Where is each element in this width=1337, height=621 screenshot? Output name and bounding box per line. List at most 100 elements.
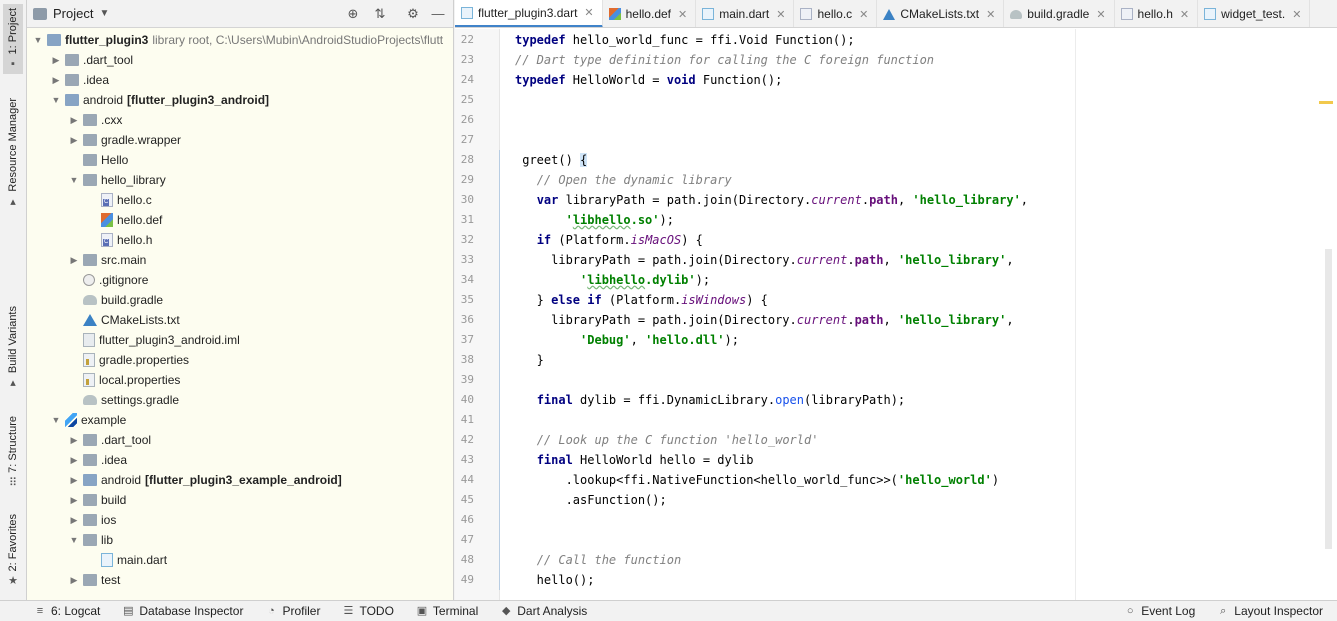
- tree-item[interactable]: hello.c: [27, 190, 447, 210]
- editor-scrollbar[interactable]: [1319, 29, 1337, 600]
- bottom-tool-button[interactable]: ▤ Database Inspector: [122, 604, 243, 618]
- tool-tab-project[interactable]: 1: Project ▪: [3, 4, 23, 75]
- editor-tab[interactable]: build.gradle ✕: [1004, 0, 1115, 27]
- code-line[interactable]: 'Debug', 'hello.dll');: [515, 330, 739, 350]
- tree-item[interactable]: ▶ ios: [27, 510, 447, 530]
- bottom-tool-button[interactable]: ○ Event Log: [1124, 604, 1195, 618]
- code-line[interactable]: greet() {: [515, 150, 588, 170]
- tree-item[interactable]: ▶ gradle.wrapper: [27, 130, 447, 150]
- code-line[interactable]: .lookup<ffi.NativeFunction<hello_world_f…: [515, 470, 1000, 490]
- tree-item[interactable]: flutter_plugin3_android.iml: [27, 330, 447, 350]
- close-icon[interactable]: ✕: [776, 8, 785, 21]
- tree-item[interactable]: ▼ android [flutter_plugin3_android]: [27, 90, 447, 110]
- code-line[interactable]: final dylib = ffi.DynamicLibrary.open(li…: [515, 390, 905, 410]
- code-line[interactable]: // Look up the C function 'hello_world': [515, 430, 819, 450]
- tree-item[interactable]: ▼ lib: [27, 530, 447, 550]
- tree-item[interactable]: ▶ .dart_tool: [27, 430, 447, 450]
- code-line[interactable]: typedef HelloWorld = void Function();: [515, 70, 782, 90]
- expanded-arrow-icon[interactable]: ▼: [51, 95, 61, 105]
- editor-tab[interactable]: widget_test. ✕: [1198, 0, 1311, 27]
- expanded-arrow-icon[interactable]: ▼: [69, 175, 79, 185]
- collapsed-arrow-icon[interactable]: ▶: [69, 255, 79, 266]
- tool-tab-build-variants[interactable]: Build Variants ▴: [3, 306, 23, 389]
- code-line[interactable]: } else if (Platform.isWindows) {: [515, 290, 768, 310]
- code-line[interactable]: 'libhello.so');: [515, 210, 674, 230]
- tree-item[interactable]: ▶ .idea: [27, 450, 447, 470]
- code-line[interactable]: if (Platform.isMacOS) {: [515, 230, 703, 250]
- tree-item[interactable]: ▶ .dart_tool: [27, 50, 447, 70]
- tree-item[interactable]: main.dart: [27, 550, 447, 570]
- close-icon[interactable]: ✕: [986, 8, 995, 21]
- code-line[interactable]: // Dart type definition for calling the …: [515, 50, 934, 70]
- collapsed-arrow-icon[interactable]: ▶: [69, 515, 79, 526]
- collapsed-arrow-icon[interactable]: ▶: [51, 55, 61, 66]
- tree-item[interactable]: ▼ example: [27, 410, 447, 430]
- code-line[interactable]: typedef hello_world_func = ffi.Void Func…: [515, 30, 855, 50]
- tree-item[interactable]: build.gradle: [27, 290, 447, 310]
- code-line[interactable]: var libraryPath = path.join(Directory.cu…: [515, 190, 1028, 210]
- tree-item[interactable]: ▼ hello_library: [27, 170, 447, 190]
- close-icon[interactable]: ✕: [1096, 8, 1105, 21]
- tree-item[interactable]: hello.def: [27, 210, 447, 230]
- expanded-arrow-icon[interactable]: ▼: [33, 35, 43, 45]
- tree-item[interactable]: ▶ .cxx: [27, 110, 447, 130]
- tool-tab-structure[interactable]: 7: Structure ⠿: [3, 416, 23, 489]
- bottom-tool-button[interactable]: ◔ Profiler: [265, 604, 320, 618]
- collapsed-arrow-icon[interactable]: ▶: [69, 455, 79, 466]
- editor-tab[interactable]: hello.def ✕: [603, 0, 697, 27]
- code-line[interactable]: }: [515, 350, 544, 370]
- collapsed-arrow-icon[interactable]: ▶: [51, 75, 61, 86]
- gear-icon[interactable]: ⚙: [405, 6, 421, 22]
- code-line[interactable]: // Open the dynamic library: [515, 170, 732, 190]
- code-line[interactable]: .asFunction();: [515, 490, 667, 510]
- tree-item[interactable]: gradle.properties: [27, 350, 447, 370]
- tool-tab-favorites[interactable]: 2: Favorites ★: [3, 514, 23, 587]
- expanded-arrow-icon[interactable]: ▼: [69, 535, 79, 545]
- tree-item[interactable]: ▶ build: [27, 490, 447, 510]
- editor-tab[interactable]: CMakeLists.txt ✕: [877, 0, 1005, 27]
- collapsed-arrow-icon[interactable]: ▶: [69, 475, 79, 486]
- bottom-tool-button[interactable]: ☰ TODO: [342, 604, 394, 618]
- bottom-tool-button[interactable]: ⌕ Layout Inspector: [1217, 604, 1323, 618]
- hide-panel-icon[interactable]: —: [430, 6, 446, 22]
- warning-marker[interactable]: [1319, 101, 1333, 104]
- collapsed-arrow-icon[interactable]: ▶: [69, 575, 79, 586]
- tree-item[interactable]: ▶ src.main: [27, 250, 447, 270]
- collapsed-arrow-icon[interactable]: ▶: [69, 135, 79, 146]
- code-line[interactable]: hello();: [515, 570, 595, 590]
- inspection-ok-icon[interactable]: [1325, 33, 1335, 47]
- bottom-tool-button[interactable]: ◆ Dart Analysis: [500, 604, 587, 618]
- code-line[interactable]: 'libhello.dylib');: [515, 270, 710, 290]
- bottom-tool-button[interactable]: ≡ 6: Logcat: [34, 604, 101, 618]
- tool-tab-resource-manager[interactable]: Resource Manager ▴: [3, 98, 23, 208]
- editor-tab[interactable]: flutter_plugin3.dart ✕: [455, 0, 603, 27]
- chevron-down-icon[interactable]: ▼: [99, 8, 109, 19]
- close-icon[interactable]: ✕: [584, 6, 593, 19]
- code-line[interactable]: libraryPath = path.join(Directory.curren…: [515, 250, 1013, 270]
- close-icon[interactable]: ✕: [1292, 8, 1301, 21]
- tree-item[interactable]: Hello: [27, 150, 447, 170]
- close-icon[interactable]: ✕: [859, 8, 868, 21]
- locate-icon[interactable]: ⊕: [345, 6, 361, 22]
- tree-item[interactable]: .gitignore: [27, 270, 447, 290]
- tree-item[interactable]: settings.gradle: [27, 390, 447, 410]
- expanded-arrow-icon[interactable]: ▼: [51, 415, 61, 425]
- editor-tab[interactable]: hello.c ✕: [794, 0, 878, 27]
- collapsed-arrow-icon[interactable]: ▶: [69, 115, 79, 126]
- collapse-all-icon[interactable]: ⇅: [372, 6, 388, 22]
- collapsed-arrow-icon[interactable]: ▶: [69, 435, 79, 446]
- tree-item[interactable]: ▶ android [flutter_plugin3_example_androi…: [27, 470, 447, 490]
- editor-tab[interactable]: main.dart ✕: [696, 0, 795, 27]
- editor-tab[interactable]: hello.h ✕: [1115, 0, 1199, 27]
- bottom-tool-button[interactable]: ▣ Terminal: [416, 604, 479, 618]
- code-line[interactable]: final HelloWorld hello = dylib: [515, 450, 754, 470]
- code-line[interactable]: libraryPath = path.join(Directory.curren…: [515, 310, 1013, 330]
- code-line[interactable]: // Call the function: [515, 550, 682, 570]
- tree-item[interactable]: hello.h: [27, 230, 447, 250]
- tree-item[interactable]: local.properties: [27, 370, 447, 390]
- tree-item[interactable]: CMakeLists.txt: [27, 310, 447, 330]
- project-view-selector[interactable]: Project: [53, 6, 93, 21]
- code-area[interactable]: typedef hello_world_func = ffi.Void Func…: [501, 29, 1076, 600]
- close-icon[interactable]: ✕: [1180, 8, 1189, 21]
- tree-item[interactable]: ▶ test: [27, 570, 447, 590]
